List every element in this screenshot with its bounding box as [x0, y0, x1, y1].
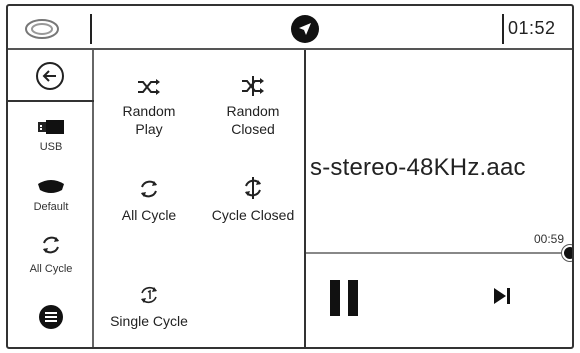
- media-player: s-stereo-48KHz.aac 00:59: [306, 50, 572, 347]
- all-cycle-icon: [43, 236, 59, 254]
- sidebar-item-default[interactable]: Default: [8, 178, 94, 213]
- progress-bar[interactable]: [306, 252, 572, 254]
- track-filename: s-stereo-48KHz.aac: [310, 154, 526, 181]
- sidebar-item-label: Default: [33, 201, 69, 213]
- sidebar: USB Default All Cycle: [8, 50, 94, 347]
- pause-button[interactable]: [330, 280, 360, 316]
- option-label: Single Cycle: [110, 313, 188, 329]
- option-single-cycle[interactable]: Single Cycle: [96, 284, 202, 330]
- next-track-button[interactable]: [492, 286, 512, 306]
- back-arrow-icon: [36, 62, 64, 90]
- shuffle-icon: [138, 79, 160, 95]
- eq-default-icon: [38, 180, 64, 193]
- option-random-play[interactable]: Random Play: [96, 78, 202, 138]
- clock: 01:52: [508, 18, 556, 38]
- option-all-cycle[interactable]: All Cycle: [96, 178, 202, 224]
- sidebar-item-usb[interactable]: USB: [8, 120, 94, 153]
- option-label: Cycle Closed: [211, 207, 295, 223]
- list-menu-button[interactable]: [8, 304, 94, 335]
- elapsed-time: 00:59: [533, 232, 564, 246]
- usb-icon: [38, 120, 64, 134]
- divider: [502, 14, 504, 44]
- head-unit-screen: 01:52 USB Default All Cycle Random Play …: [6, 4, 574, 349]
- divider: [90, 14, 92, 44]
- progress-handle[interactable]: [562, 245, 572, 261]
- navigation-icon[interactable]: [290, 14, 320, 44]
- sidebar-item-label: USB: [39, 141, 63, 153]
- option-random-closed[interactable]: Random Closed: [200, 76, 306, 138]
- list-icon: [39, 305, 63, 329]
- repeat-off-icon: [245, 177, 261, 199]
- status-bar: 01:52: [8, 6, 572, 50]
- sidebar-item-label: All Cycle: [29, 263, 73, 275]
- option-label: Random Closed: [226, 103, 280, 137]
- pause-icon: [330, 280, 340, 316]
- sidebar-item-all-cycle[interactable]: All Cycle: [8, 234, 94, 275]
- brand-logo-icon[interactable]: [22, 16, 62, 42]
- repeat-one-icon: [141, 286, 157, 304]
- repeat-all-icon: [141, 180, 157, 198]
- play-mode-panel: Random Play Random Closed All Cycle Cycl…: [94, 50, 306, 347]
- option-label: Random Play: [122, 103, 176, 137]
- back-button[interactable]: [8, 50, 94, 102]
- option-label: All Cycle: [121, 207, 177, 223]
- shuffle-off-icon: [242, 76, 264, 96]
- option-cycle-closed[interactable]: Cycle Closed: [200, 176, 306, 224]
- pause-icon: [348, 280, 358, 316]
